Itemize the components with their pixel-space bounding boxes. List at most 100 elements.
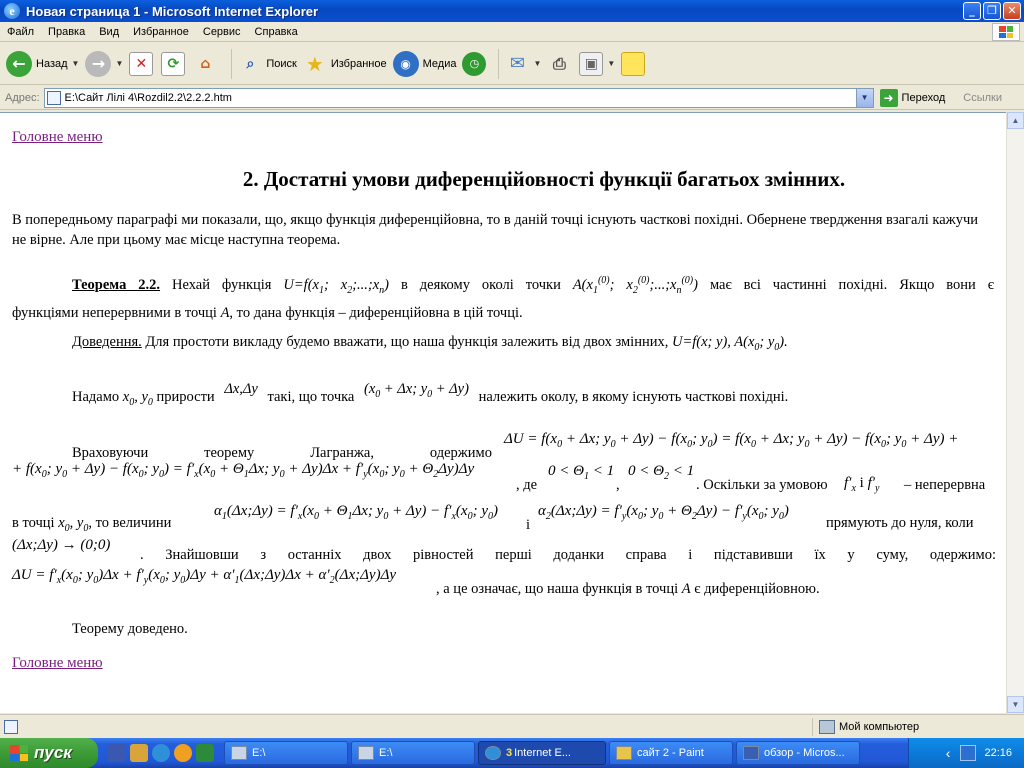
window-title: Новая страница 1 - Microsoft Internet Ex…: [26, 3, 319, 19]
toolbar-separator: [498, 48, 500, 79]
clock: 22:16: [984, 747, 1012, 759]
since-text: . Оскільки за умовою: [696, 477, 828, 493]
history-icon[interactable]: ◷: [462, 51, 487, 76]
menu-help[interactable]: Справка: [248, 26, 305, 38]
internet-explorer-icon: e: [4, 3, 20, 19]
tend-zero-text: прямують до нуля, коли: [826, 515, 974, 531]
status-bar: Мой компьютер: [0, 714, 1024, 738]
windows-logo-icon: [992, 23, 1020, 41]
task-explorer-2[interactable]: E:\: [351, 741, 475, 765]
start-label: пуск: [34, 743, 72, 762]
lagrange-formula-2: + f(x0; y0 + Δy) − f(x0; y0) = f′x(x0 + …: [12, 461, 475, 480]
standard-toolbar: ← Назад ▼ → ▼ ✕ ⟳ ⌂ ⌕ Поиск ★ Избранное …: [0, 43, 1024, 85]
task-word[interactable]: обзор - Micros...: [736, 741, 860, 765]
star-icon: ★: [305, 51, 324, 76]
theorem-label: Теорема 2.2.: [72, 276, 161, 293]
task-explorer-1[interactable]: E:\: [224, 741, 348, 765]
alpha-2-formula: α2(Δx;Δy) = f′y(x0; y0 + Θ2Δy) − f′y(x0;…: [538, 503, 789, 522]
forward-button[interactable]: → ▼: [85, 50, 123, 77]
computer-icon: [819, 720, 835, 734]
stop-icon[interactable]: ✕: [129, 51, 154, 76]
media-button[interactable]: ◉ Медиа: [392, 50, 457, 77]
quick-launch: [108, 744, 214, 762]
main-menu-link[interactable]: Головне меню: [12, 129, 103, 146]
chevron-down-icon[interactable]: ▼: [72, 59, 80, 68]
theorem-text-d: функціями неперервними в точці: [12, 304, 217, 321]
edit-button[interactable]: ▣ ▼: [579, 51, 615, 76]
minimize-button[interactable]: _: [963, 2, 981, 20]
theta-1-bound: 0 < Θ1 < 1: [548, 463, 615, 482]
menu-view[interactable]: Вид: [92, 26, 126, 38]
print-icon[interactable]: ⎙: [547, 52, 571, 76]
theorem-text-b: в деякому околі точки: [400, 276, 561, 293]
scroll-up-icon[interactable]: ▲: [1007, 112, 1024, 129]
maximize-button[interactable]: ❐: [983, 2, 1001, 20]
and-text: і: [526, 517, 531, 533]
close-button[interactable]: ✕: [1003, 2, 1021, 20]
tools-icon[interactable]: [130, 744, 148, 762]
mail-icon: ✉: [509, 53, 525, 74]
search-button[interactable]: ⌕ Поиск: [238, 52, 296, 76]
alpha-1-formula: α1(Δx;Δy) = f′x(x0 + Θ1Δx; y0 + Δy) − f′…: [214, 503, 498, 522]
continuous-text: – неперервна: [904, 477, 986, 493]
lagrange-word: теорему: [204, 445, 255, 461]
theorem-text-e: , то дана функція – диференційовна в цій…: [229, 304, 523, 321]
zone-label: Мой компьютер: [839, 721, 920, 733]
network-icon[interactable]: [960, 745, 977, 761]
theta-2-bound: 0 < Θ2 < 1: [628, 463, 695, 482]
chevron-down-icon[interactable]: ▼: [115, 59, 123, 68]
task-internet-explorer[interactable]: 3 Internet E...: [478, 741, 606, 765]
address-input[interactable]: E:\Сайт Лілі 4\Rozdil2.2\2.2.2.htm ▼: [43, 87, 874, 108]
page-icon: [4, 719, 18, 734]
chevron-left-icon[interactable]: ‹: [946, 745, 951, 761]
theorem-point: A(x1(0); x2(0);...;xn(0)): [572, 275, 698, 296]
links-button[interactable]: Ссылки: [963, 92, 1002, 104]
vertical-scrollbar[interactable]: ▲ ▼: [1006, 112, 1024, 713]
search-icon: ⌕: [246, 55, 255, 72]
media-icon: ◉: [392, 50, 419, 77]
task-paint[interactable]: сайт 2 - Paint: [609, 741, 733, 765]
back-label: Назад: [36, 57, 68, 70]
limit-formula: (Δx;Δy) → (0;0): [12, 537, 111, 553]
media-label: Медиа: [422, 57, 457, 70]
finding-text: . Знайшовши з останніх двох рівностей пе…: [140, 547, 996, 563]
menu-edit[interactable]: Правка: [41, 26, 92, 38]
refresh-icon[interactable]: ⟳: [161, 51, 186, 76]
go-button[interactable]: ➜ Переход: [879, 88, 945, 107]
chevron-down-icon[interactable]: ▼: [855, 88, 873, 107]
internet-explorer-icon: [485, 746, 501, 760]
ie-window: e Новая страница 1 - Microsoft Internet …: [0, 0, 1024, 738]
edit-icon: ▣: [579, 51, 604, 76]
messenger-note-icon[interactable]: [621, 51, 646, 76]
security-zone: Мой компьютер: [812, 718, 919, 736]
home-icon[interactable]: ⌂: [193, 52, 217, 76]
folder-icon: [358, 746, 374, 760]
desktop-icon[interactable]: [196, 744, 214, 762]
start-button[interactable]: пуск: [0, 738, 98, 768]
menu-tools[interactable]: Сервис: [196, 26, 248, 38]
favorites-button[interactable]: ★ Избранное: [303, 52, 387, 76]
go-arrow-icon: ➜: [879, 88, 898, 107]
save-icon[interactable]: [108, 744, 126, 762]
menu-file[interactable]: Файл: [0, 26, 41, 38]
main-menu-link-bottom[interactable]: Головне меню: [12, 655, 103, 672]
proof-paragraph: Доведення. Для простоти викладу будемо в…: [72, 332, 992, 358]
proved-text: Теорему доведено.: [72, 621, 188, 637]
system-tray: ‹ 22:16: [908, 738, 1024, 768]
forward-arrow-icon: →: [85, 50, 112, 77]
chevron-down-icon[interactable]: ▼: [607, 59, 615, 68]
scroll-down-icon[interactable]: ▼: [1007, 696, 1024, 713]
address-value: E:\Сайт Лілі 4\Rozdil2.2\2.2.2.htm: [64, 91, 232, 104]
chevron-down-icon[interactable]: ▼: [533, 59, 541, 68]
media-player-icon[interactable]: [174, 744, 192, 762]
mail-button[interactable]: ✉ ▼: [505, 52, 541, 76]
lagrange-word: Враховуючи: [72, 445, 149, 461]
taskbar: пуск E:\ E:\ 3 Internet E... сайт 2 - Pai…: [0, 738, 1024, 768]
back-button[interactable]: ← Назад ▼: [6, 50, 80, 77]
result-formula: ΔU = f′x(x0; y0)Δx + f′y(x0; y0)Δy + α′1…: [12, 567, 397, 586]
lagrange-word: одержимо: [429, 445, 492, 461]
windows-logo-icon: [10, 745, 28, 761]
internet-explorer-icon[interactable]: [152, 744, 170, 762]
menu-favorites[interactable]: Избранное: [126, 26, 196, 38]
proof-text: Для простоти викладу будемо вважати, що …: [145, 334, 669, 350]
